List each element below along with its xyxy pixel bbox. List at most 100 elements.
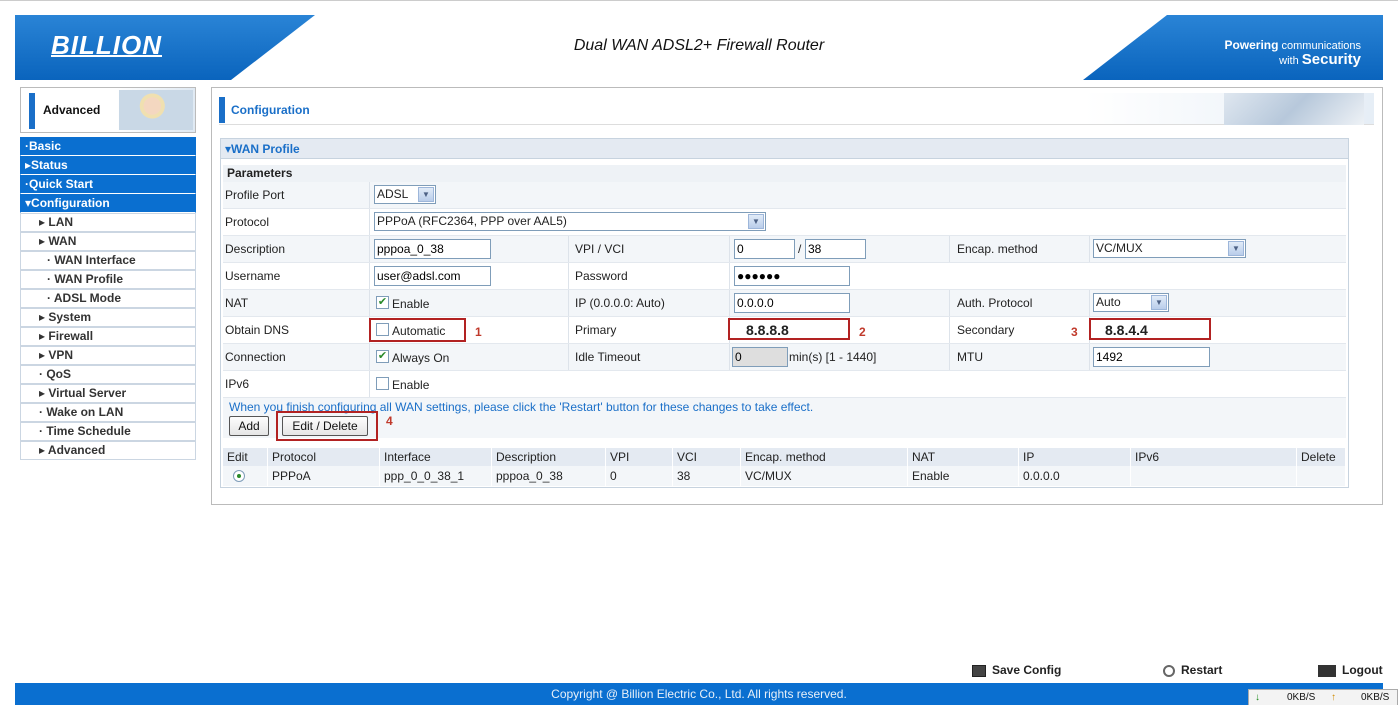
table-header-row: Edit Protocol Interface Description VPI … [223, 448, 1346, 466]
parameters-heading: Parameters [223, 165, 1346, 182]
wan-profile-table: Edit Protocol Interface Description VPI … [223, 448, 1346, 486]
label-mtu: MTU [957, 350, 983, 364]
label-password: Password [575, 269, 628, 283]
vci-input[interactable] [805, 239, 866, 259]
row-obtain-dns: Obtain DNS Automatic 1 Primary 8.8.8.8 2… [223, 317, 1346, 344]
button-row: Add Edit / Delete 4 [223, 411, 1346, 441]
sidebar-item-time-schedule[interactable]: · Time Schedule [20, 422, 196, 441]
section-title: Configuration [231, 103, 310, 117]
sidebar-menu: ·Basic ▸Status ·Quick Start ▾Configurati… [20, 137, 196, 460]
label-ip: IP (0.0.0.0: Auto) [575, 296, 665, 310]
label-idle-timeout: Idle Timeout [575, 350, 641, 364]
cell-interface: ppp_0_0_38_1 [380, 466, 492, 486]
encap-method-select[interactable]: VC/MUX ▼ [1093, 239, 1246, 258]
vpi-input[interactable] [734, 239, 795, 259]
cell-vpi: 0 [606, 466, 673, 486]
panel-title[interactable]: ▾WAN Profile [221, 139, 1348, 159]
header-banner: BILLION Dual WAN ADSL2+ Firewall Router … [15, 15, 1383, 80]
cell-delete [1297, 466, 1346, 486]
idle-timeout-unit: min(s) [1 - 1440] [789, 350, 877, 364]
main-content: Configuration ▾WAN Profile Parameters Pr… [211, 87, 1383, 505]
row-ipv6: IPv6 Enable [223, 371, 1346, 398]
sidebar-item-system[interactable]: ▸ System [20, 308, 196, 327]
add-button[interactable]: Add [229, 416, 269, 436]
cell-ip: 0.0.0.0 [1019, 466, 1131, 486]
table-row: PPPoA ppp_0_0_38_1 pppoa_0_38 0 38 VC/MU… [223, 466, 1346, 486]
col-nat: NAT [908, 448, 1019, 466]
logout-button[interactable]: Logout [1318, 660, 1383, 680]
col-edit: Edit [223, 448, 268, 466]
auth-protocol-select[interactable]: Auto ▼ [1093, 293, 1169, 312]
sidebar-item-adsl-mode[interactable]: · ADSL Mode [20, 289, 196, 308]
annotation-number-3: 3 [1071, 325, 1078, 339]
label-ipv6: IPv6 [225, 377, 250, 391]
row-protocol: Protocol PPPoA (RFC2364, PPP over AAL5) ▼ [223, 209, 1346, 236]
download-speed: 0KB/S [1287, 692, 1316, 703]
col-vci: VCI [673, 448, 741, 466]
section-accent-bar [219, 97, 225, 123]
row-username: Username Password [223, 263, 1346, 290]
advisor-photo [119, 90, 193, 130]
idle-timeout-input[interactable] [732, 347, 788, 367]
chevron-down-icon: ▼ [1228, 241, 1244, 256]
router-admin-page: BILLION Dual WAN ADSL2+ Firewall Router … [0, 0, 1398, 705]
sidebar-item-basic[interactable]: ·Basic [20, 137, 196, 156]
sidebar-item-virtual-server[interactable]: ▸ Virtual Server [20, 384, 196, 403]
sidebar-item-wan-profile[interactable]: · WAN Profile [20, 270, 196, 289]
sidebar-item-quick-start[interactable]: ·Quick Start [20, 175, 196, 194]
annotation-box-4 [276, 411, 378, 441]
sidebar-item-advanced[interactable]: ▸ Advanced [20, 441, 196, 460]
sidebar-item-wan[interactable]: ▸ WAN [20, 232, 196, 251]
sidebar-item-wake-on-lan[interactable]: · Wake on LAN [20, 403, 196, 422]
cell-nat: Enable [908, 466, 1019, 486]
sidebar-item-firewall[interactable]: ▸ Firewall [20, 327, 196, 346]
mode-box: Advanced [20, 87, 196, 133]
ip-input[interactable] [734, 293, 850, 313]
page-title: Dual WAN ADSL2+ Firewall Router [573, 37, 825, 54]
ipv6-checkbox-label: Enable [392, 378, 430, 392]
col-ipv6: IPv6 [1131, 448, 1297, 466]
col-description: Description [492, 448, 606, 466]
floppy-disk-icon [972, 664, 986, 677]
label-obtain-dns: Obtain DNS [225, 323, 290, 337]
save-config-button[interactable]: Save Config [972, 660, 1061, 680]
connection-checkbox-label: Always On [392, 351, 450, 365]
annotation-box-2 [728, 318, 850, 340]
label-nat: NAT [225, 296, 249, 310]
col-encap-method: Encap. method [741, 448, 908, 466]
label-profile-port: Profile Port [225, 188, 285, 202]
sidebar-item-wan-interface[interactable]: · WAN Interface [20, 251, 196, 270]
annotation-number-1: 1 [475, 325, 482, 339]
slogan: Powering communications with Security [1224, 38, 1361, 68]
chevron-down-icon: ▼ [418, 187, 434, 202]
edit-radio-cell [223, 466, 268, 486]
sidebar-item-lan[interactable]: ▸ LAN [20, 213, 196, 232]
protocol-select[interactable]: PPPoA (RFC2364, PPP over AAL5) ▼ [374, 212, 766, 231]
sidebar-item-configuration[interactable]: ▾Configuration [20, 194, 196, 213]
username-input[interactable] [374, 266, 491, 286]
profile-port-select[interactable]: ADSL ▼ [374, 185, 436, 204]
row-description: Description VPI / VCI / Encap. method VC… [223, 236, 1346, 263]
row-connection: Connection ✔ Always On Idle Timeout min(… [223, 344, 1346, 371]
edit-radio[interactable] [233, 470, 245, 482]
connection-checkbox[interactable]: ✔ [376, 350, 389, 363]
ipv6-checkbox[interactable] [376, 377, 389, 390]
col-delete: Delete [1297, 448, 1346, 466]
nat-checkbox[interactable]: ✔ [376, 296, 389, 309]
mtu-input[interactable] [1093, 347, 1210, 367]
logout-door-icon [1318, 664, 1336, 677]
col-protocol: Protocol [268, 448, 380, 466]
office-illustration [1224, 93, 1364, 125]
mode-label: Advanced [43, 103, 101, 117]
restart-button[interactable]: Restart [1163, 660, 1222, 680]
password-input[interactable] [734, 266, 850, 286]
download-arrow-icon: ↓ [1255, 692, 1260, 703]
label-auth-protocol: Auth. Protocol [957, 296, 1033, 310]
sidebar: Advanced ·Basic ▸Status ·Quick Start ▾Co… [20, 87, 196, 460]
sidebar-item-vpn[interactable]: ▸ VPN [20, 346, 196, 365]
sidebar-item-status[interactable]: ▸Status [20, 156, 196, 175]
cell-ipv6 [1131, 466, 1297, 486]
row-nat: NAT ✔ Enable IP (0.0.0.0: Auto) Auth. Pr… [223, 290, 1346, 317]
sidebar-item-qos[interactable]: · QoS [20, 365, 196, 384]
description-input[interactable] [374, 239, 491, 259]
